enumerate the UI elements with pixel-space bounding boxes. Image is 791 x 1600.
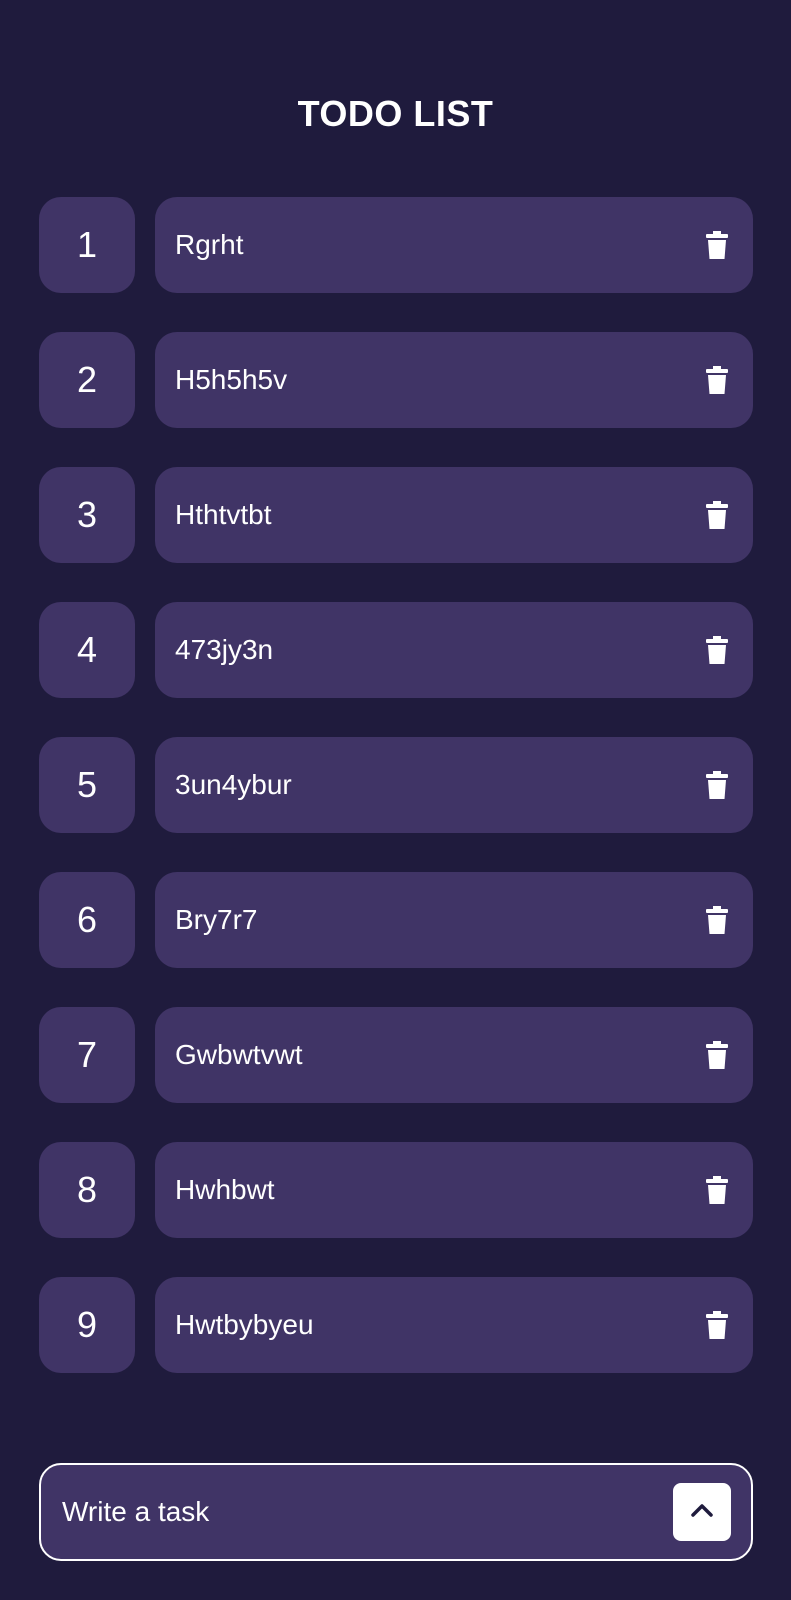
trash-icon[interactable] <box>705 1310 729 1340</box>
page-title: TODO LIST <box>297 93 494 134</box>
task-text: Hthtvtbt <box>175 499 272 530</box>
task-row: 5 3un4ybur <box>39 737 753 833</box>
task-row: 8 Hwhbwt <box>39 1142 753 1238</box>
task-row: 2 H5h5h5v <box>39 332 753 428</box>
task-row: 3 Hthtvtbt <box>39 467 753 563</box>
task-number: 2 <box>39 332 135 428</box>
task-row: 6 Bry7r7 <box>39 872 753 968</box>
task-card[interactable]: Hthtvtbt <box>155 467 753 563</box>
task-number: 4 <box>39 602 135 698</box>
task-text: Rgrht <box>175 229 244 260</box>
task-card[interactable]: 3un4ybur <box>155 737 753 833</box>
task-card[interactable]: H5h5h5v <box>155 332 753 428</box>
task-number: 6 <box>39 872 135 968</box>
task-card[interactable]: 473jy3n <box>155 602 753 698</box>
task-card[interactable]: Gwbwtvwt <box>155 1007 753 1103</box>
task-number: 9 <box>39 1277 135 1373</box>
add-task-button[interactable] <box>673 1483 731 1541</box>
task-number: 3 <box>39 467 135 563</box>
trash-icon[interactable] <box>705 1175 729 1205</box>
task-text: 3un4ybur <box>175 769 292 800</box>
task-row: 9 Hwtbybyeu <box>39 1277 753 1373</box>
trash-icon[interactable] <box>705 635 729 665</box>
task-number: 7 <box>39 1007 135 1103</box>
trash-icon[interactable] <box>705 905 729 935</box>
task-card[interactable]: Rgrht <box>155 197 753 293</box>
task-input-bar <box>39 1463 753 1561</box>
task-row: 1 Rgrht <box>39 197 753 293</box>
trash-icon[interactable] <box>705 770 729 800</box>
task-card[interactable]: Hwtbybyeu <box>155 1277 753 1373</box>
task-text: Bry7r7 <box>175 904 258 935</box>
task-row: 7 Gwbwtvwt <box>39 1007 753 1103</box>
task-text: 473jy3n <box>175 634 274 665</box>
task-list: 1 Rgrht 2 H5h5h5v 3 Hthtvtbt 4 473jy3n 5… <box>39 197 753 1412</box>
task-row: 4 473jy3n <box>39 602 753 698</box>
trash-icon[interactable] <box>705 230 729 260</box>
task-number: 5 <box>39 737 135 833</box>
task-text: Hwhbwt <box>175 1174 275 1205</box>
chevron-up-icon <box>691 1503 713 1522</box>
task-number: 1 <box>39 197 135 293</box>
task-text: H5h5h5v <box>175 364 288 395</box>
task-text: Gwbwtvwt <box>175 1039 303 1070</box>
task-card[interactable]: Hwhbwt <box>155 1142 753 1238</box>
trash-icon[interactable] <box>705 500 729 530</box>
task-text: Hwtbybyeu <box>175 1309 314 1340</box>
trash-icon[interactable] <box>705 1040 729 1070</box>
task-card[interactable]: Bry7r7 <box>155 872 753 968</box>
trash-icon[interactable] <box>705 365 729 395</box>
task-number: 8 <box>39 1142 135 1238</box>
task-input[interactable] <box>62 1496 673 1528</box>
